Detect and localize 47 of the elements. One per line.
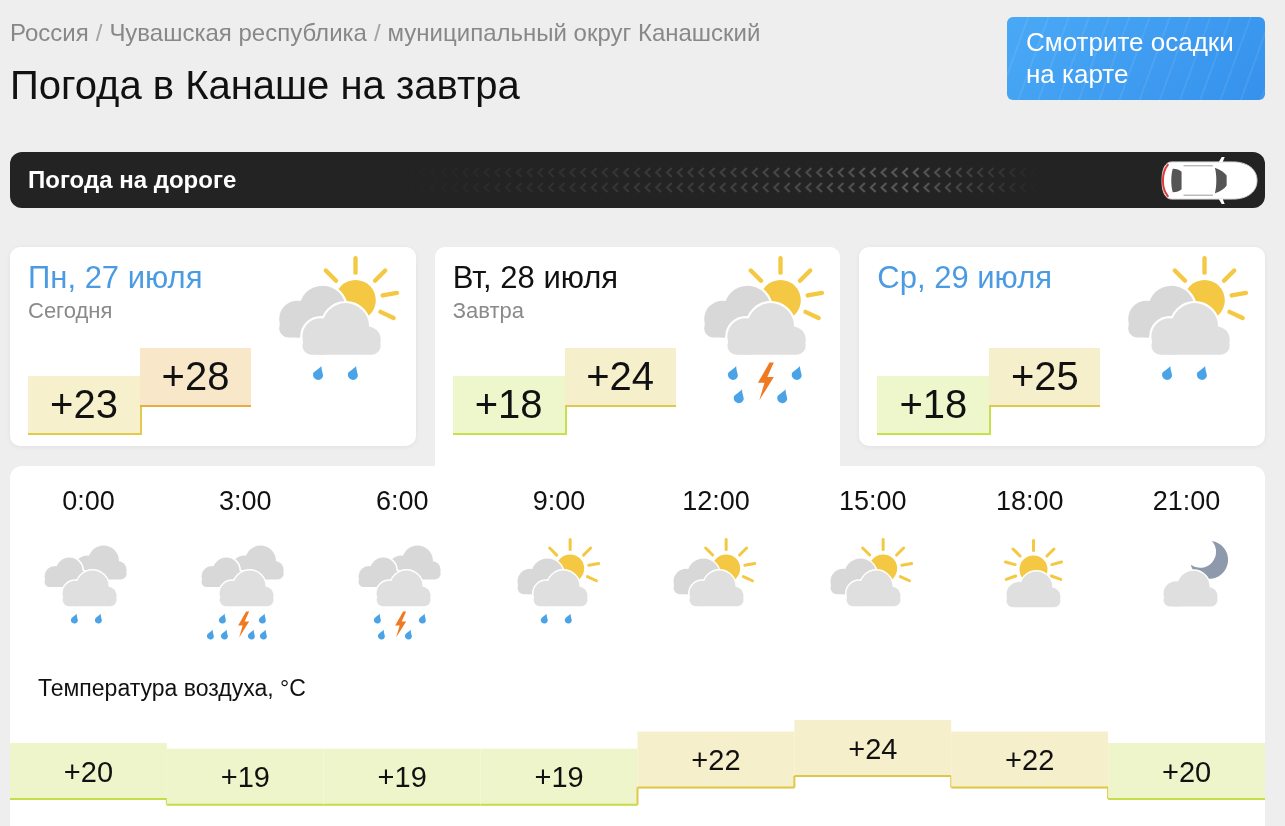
sun-cloud-thunderstorm-icon	[701, 255, 824, 404]
max-temperature: +28	[140, 348, 251, 407]
temperature-value: +22	[1005, 744, 1055, 776]
hour-time: 3:00	[219, 485, 272, 517]
rain-cloud-icon	[42, 543, 128, 624]
hour-time: 0:00	[62, 485, 115, 517]
day-tab[interactable]: Вт, 28 июля Завтра +18 +24	[434, 247, 841, 466]
breadcrumb-separator: /	[373, 19, 381, 47]
sun-cloud-rain-icon	[515, 537, 600, 624]
max-temperature: +25	[989, 348, 1101, 407]
sun-cloud-rain-icon	[277, 255, 400, 381]
day-date: Ср, 29 июля	[877, 261, 1053, 295]
day-date: Пн, 27 июля	[28, 261, 203, 295]
temperature-value: +20	[63, 755, 114, 788]
road-weather-banner[interactable]: Погода на дороге	[10, 152, 1265, 208]
temperature-heading: Температура воздуха, °C	[38, 675, 306, 701]
max-temperature: +24	[564, 348, 676, 407]
sun-clouds-icon	[829, 537, 914, 608]
page-title: Погода в Канаше на завтра	[10, 62, 521, 108]
moon-cloud-icon	[1161, 541, 1228, 609]
thunderstorm-icon	[356, 543, 442, 640]
temperature-value: +22	[691, 744, 741, 776]
temperature-value: +19	[377, 761, 427, 794]
hour-time: 6:00	[375, 485, 429, 517]
hour-time: 18:00	[995, 485, 1064, 517]
min-temperature: +18	[877, 376, 992, 435]
min-temperature: +18	[452, 376, 567, 435]
day-note: Сегодня	[28, 298, 113, 324]
hour-time: 9:00	[532, 485, 586, 517]
min-temperature: +23	[28, 376, 142, 435]
day-tab[interactable]: Ср, 29 июля +18 +25	[859, 247, 1265, 446]
temperature-value: +19	[220, 761, 270, 794]
day-tab[interactable]: Пн, 27 июля Сегодня +23 +28	[10, 247, 416, 446]
day-date: Вт, 28 июля	[452, 261, 619, 295]
sun-cloud-rain-icon	[1126, 255, 1249, 381]
temperature-value: +19	[534, 761, 584, 794]
temperature-value: +20	[1161, 755, 1212, 788]
car-icon	[1160, 155, 1258, 205]
breadcrumb-separator: /	[95, 19, 103, 47]
hour-time: 21:00	[1152, 485, 1221, 517]
temperature-value: +24	[848, 732, 898, 765]
day-note: Завтра	[452, 298, 524, 324]
thunderstorm-icon	[199, 543, 285, 640]
sun-cloud-icon	[1004, 538, 1064, 609]
sun-clouds-icon	[672, 537, 757, 608]
hour-time: 15:00	[839, 485, 907, 517]
hour-time: 12:00	[682, 485, 750, 517]
